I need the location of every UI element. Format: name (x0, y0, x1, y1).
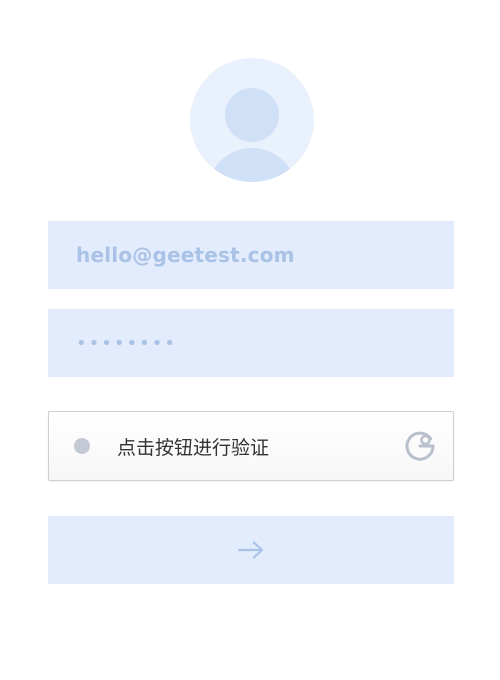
arrow-right-icon (237, 541, 264, 559)
login-page: hello@geetest.com •••••••• 点击按钮进行验证 (0, 0, 500, 680)
password-field[interactable]: •••••••• (48, 309, 454, 377)
avatar-head (225, 88, 279, 142)
user-avatar-icon (190, 58, 314, 182)
submit-button[interactable] (48, 516, 454, 584)
captcha-label: 点击按钮进行验证 (117, 436, 270, 459)
captcha-verify-button[interactable]: 点击按钮进行验证 (48, 411, 454, 481)
avatar-body (207, 148, 297, 182)
email-field[interactable]: hello@geetest.com (48, 221, 454, 289)
status-dot-icon (74, 438, 90, 454)
geetest-logo-icon (405, 431, 435, 461)
